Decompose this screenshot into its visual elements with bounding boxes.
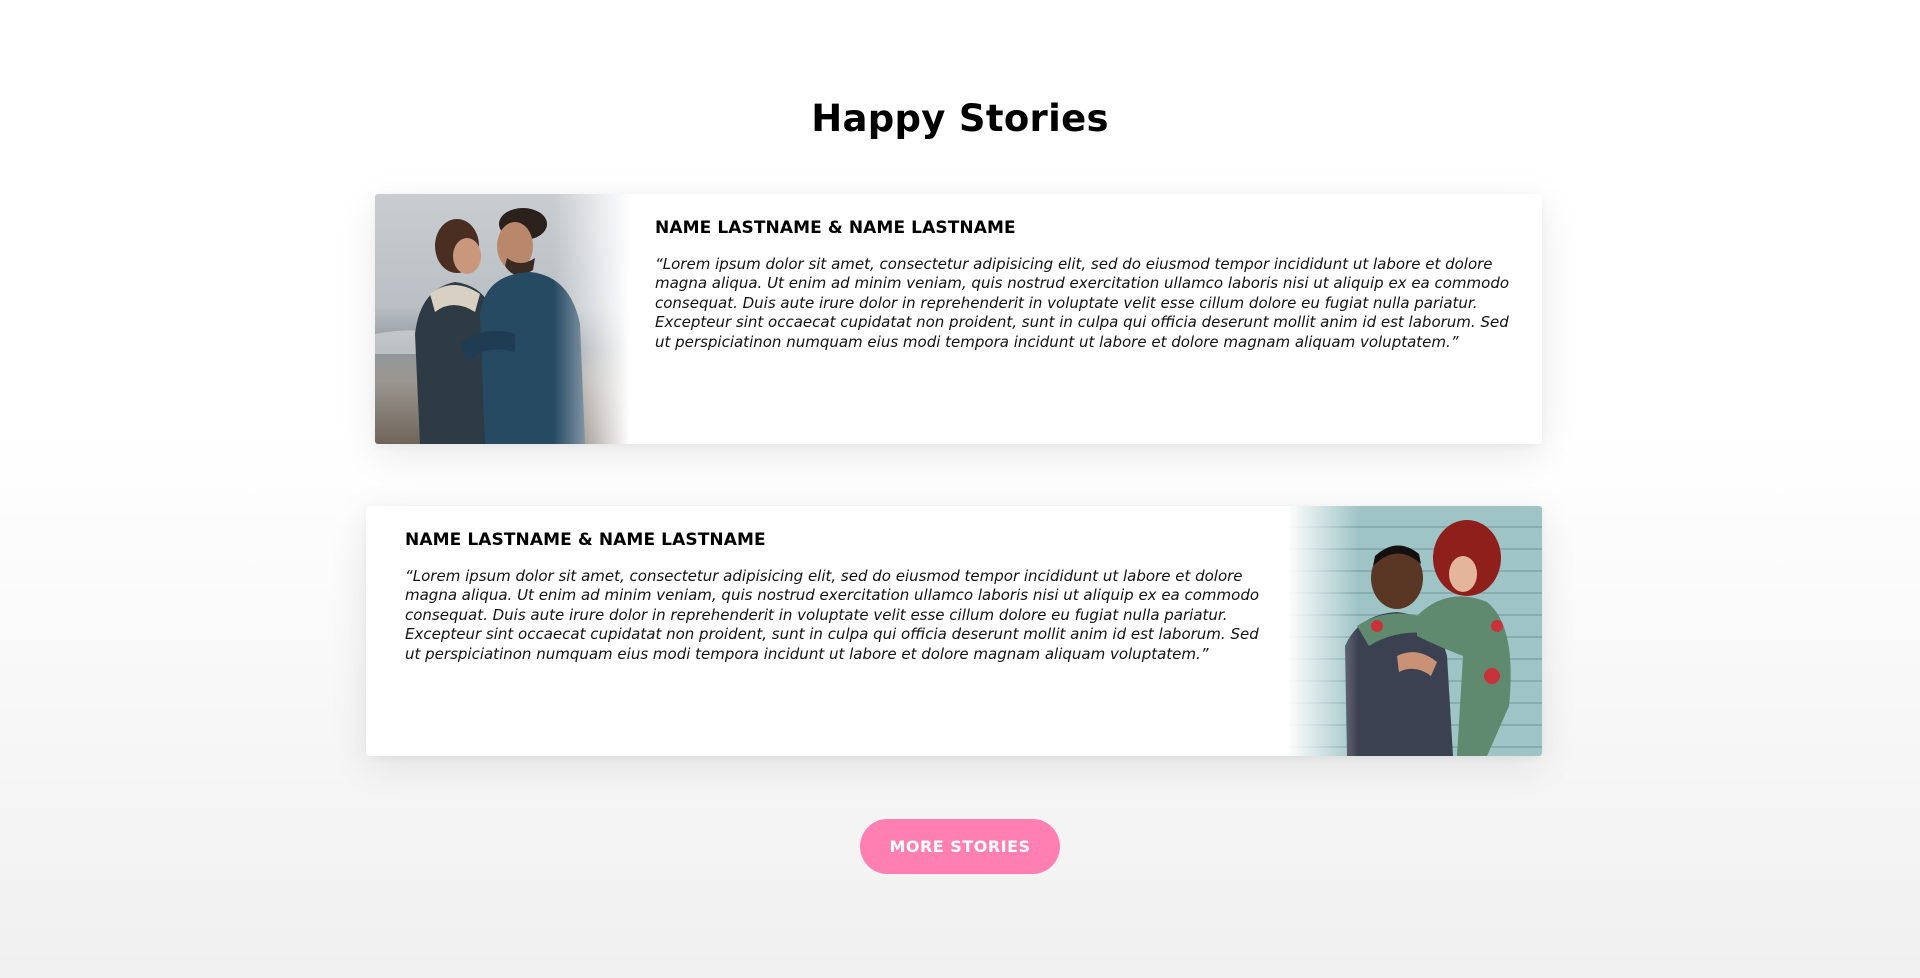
story-text: NAME LASTNAME & NAME LASTNAME “Lorem ips…: [655, 216, 1511, 352]
more-stories-button[interactable]: MORE STORIES: [860, 819, 1060, 874]
story-names: NAME LASTNAME & NAME LASTNAME: [405, 530, 766, 550]
story-text: NAME LASTNAME & NAME LASTNAME “Lorem ips…: [405, 528, 1265, 664]
story-quote: “Lorem ipsum dolor sit amet, consectetur…: [655, 255, 1510, 351]
couple-photo: [375, 194, 630, 444]
story-card: NAME LASTNAME & NAME LASTNAME “Lorem ips…: [375, 194, 1542, 444]
story-names: NAME LASTNAME & NAME LASTNAME: [655, 218, 1016, 238]
couple-photo: [1287, 506, 1542, 756]
story-quote: “Lorem ipsum dolor sit amet, consectetur…: [405, 567, 1260, 663]
section-title: Happy Stories: [811, 97, 1109, 140]
story-card: NAME LASTNAME & NAME LASTNAME “Lorem ips…: [366, 506, 1542, 756]
